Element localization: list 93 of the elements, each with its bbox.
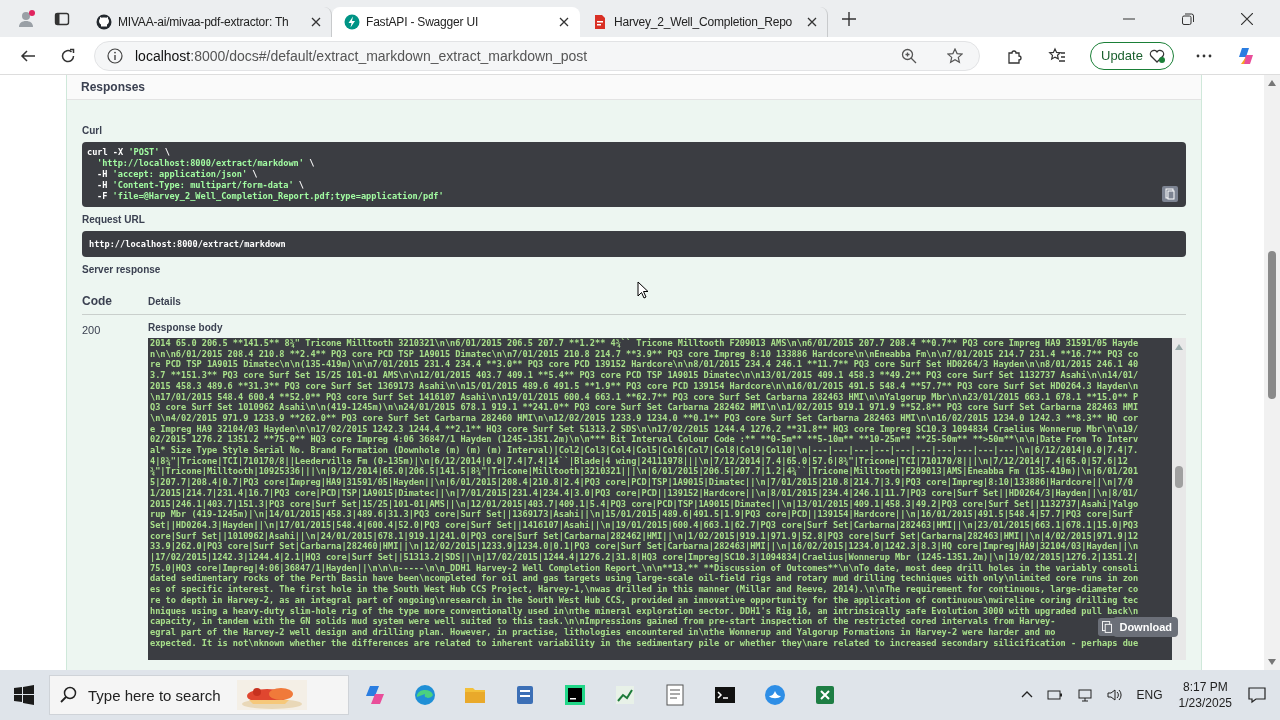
code-line: core|Surf Set||1010962|Asahi||\n|24/01/2015|678.1|919.1|241.0|PQ3 core|Surf Set|Carbarna|282462|HMI||\n|1/02/2015|919.1|971.9|52.8|PQ3 core|Surf Set|Carbarna|282463|HMI||\n|4/02/2015|971.9|12 — [150, 530, 1139, 542]
heart-icon — [1148, 47, 1165, 64]
curl-label: Curl — [82, 125, 103, 138]
code-line: 5|207.7|208.4|0.7|PQ3 core|Impreg|HA9|31591/05|Hayden||\n|6/01/2015|208.4|210.8|2.4|PQ3 core|PCD|TSP|1A9015|Dimatec||\n|7/01/2015|210.8|214.7|3.9|PQ3 core|Impreg|8:10|133886|Hardcore||\n|7/0 — [150, 477, 1134, 488]
tab-actions-icon[interactable] — [54, 10, 70, 27]
code-line: 4|8¾"|Tricone|TCI|710170/8||Leederville Fm (0-135m)|\n|6/12/2014|0.0|7.4|7.4|14``|Blade|4 wing|24111978|||\n|7/12/2014|7.4|65.0|57.6|8¾"|Tricone|TCI|710170/8|||\n|7/12/2014|7.4|65.0|57.6|12 — [150, 455, 1128, 467]
code-line: -H 'Content-Type: multipart/form-data' \ — [97, 180, 304, 191]
language-indicator[interactable]: ENG — [1136, 688, 1163, 702]
close-icon[interactable] — [1241, 12, 1253, 25]
code-line: 75.0|HQ3 core|Impreg|4:06|36847/1|Hayden||\n\n\n-----\n\n_DDH1 Harvey-2 Well Completion Report_\n\n**13.** **Discussion of Outcomes**\n\nTo date, most deep drill holes in the variably consoli — [150, 562, 1139, 574]
code-line: es of specific interest. The first hole in the South West Hub CCS Project, Harvey-1,\nwas drilled in this manner (Millar and Reeve, 2014).\n\nThe requirement for continuous, large-diameter co — [150, 584, 1139, 595]
request-url-label: Request URL — [82, 214, 146, 227]
zoom-icon[interactable] — [901, 47, 917, 64]
code-line: hniques using a heavy-duty slim-hole rig of the type more conventionally used in\nthe mineral exploration sector. DDH1's Rig 16, an intrinsically safe Evolution 3000 with upgraded pull back\n — [150, 605, 1139, 617]
browser-tab[interactable]: FastAPI - Swagger UI — [332, 7, 580, 37]
column-header: Code — [82, 294, 113, 308]
server-response-label: Server response — [82, 264, 162, 277]
code-line: capacity, in tandem with the GN solids mud system were well suited to this task.\n\nImpressions gained from pre-start inspection of the restricted cored intervals from Harvey- — [150, 616, 1056, 627]
code-line: rup Mbr (419-1245m)|\n|14/01/2015|458.3|489.6|31.3|PQ3 core|Surf Set||1369173|Asahi||\n|15/01/2015|489.6|491.5|1.9|PQ3 core|PCD||139154|Hardcore||\n|16/01/2015|491.5|548.4|57.7|PQ3 core|Surf — [150, 509, 1134, 520]
restore-icon[interactable] — [1182, 12, 1194, 25]
code-line: 'http://localhost:8000/extract/markdown' \ — [97, 158, 315, 169]
scrollbar-thumb[interactable] — [1175, 466, 1183, 488]
date-text: 1/23/2025 — [1178, 695, 1232, 711]
close-icon[interactable] — [807, 17, 817, 27]
browser-tab[interactable]: Harvey_2_Well_Completion_Repo — [580, 7, 828, 37]
close-icon[interactable] — [311, 17, 321, 27]
code-line: \n\n4/02/2015 971.9 1233.9 **262.0** PQ3 core Surf Set Carbarna 282460 HMI\n\n12/02/2015 1233.9 1234.0 **0.1** PQ3 core Surf Set Carbarna 282463 HMI\n\n16/02/2015 1234.0 1242.3 **8.3** HQ cor — [150, 412, 1139, 424]
chart-app-icon[interactable] — [613, 683, 637, 707]
cursor-icon — [637, 281, 649, 299]
profile-icon[interactable] — [16, 8, 36, 29]
code-line: e Impreg HA9 32104/03 Hayden\n\n17/02/2015 1242.3 1244.4 **2.1** HQ3 core Surf Set 51313.2 SDS\n\n17/02/2015 1244.4 1276.2 **31.8** HQ3 core Impreg SC10.3 1094834 Craelius Wonnerup Mbr\n\n19/ — [150, 423, 1139, 434]
code-line: dated sedimentary rocks of the Perth Basin have been\ncompleted for oil and gas targets using large-scale oil-field rigs and rotary mud drilling techniques with only\nlimited core runs in zon — [150, 573, 1139, 585]
browser-tab[interactable]: MIVAA-ai/mivaa-pdf-extractor: Th — [84, 7, 332, 37]
code-line: re to depth in Harvey-2, as an integral part of ongoing\nresearch in the South West Hub CCS, provided an innovative opportunity for the application of continuous\nwireline coring drilling tec — [150, 594, 1139, 606]
start-icon[interactable] — [14, 685, 34, 705]
scrollbar[interactable] — [1172, 338, 1186, 660]
favorites-icon[interactable] — [1048, 46, 1066, 65]
search-field[interactable]: Type here to search — [49, 675, 349, 715]
time-text: 8:17 PM — [1182, 679, 1228, 695]
network-icon[interactable] — [1076, 687, 1093, 703]
url-text: localhost:8000/docs#/default/extract_markdown_extract_markdown_post — [135, 47, 588, 64]
ide-app-icon[interactable] — [563, 683, 587, 707]
code-line: egral part of the Harvey-2 well design and drilling plan. However, in practise, lithologies encountered in\nthe Wonnerup and Yalgorup Formations in Harvey-2 were harder and mo — [150, 627, 1056, 638]
star-icon[interactable] — [947, 47, 963, 64]
code-line: 2014 65.0 206.5 **141.5** 8¾" Tricone Milltooth 3210321\n\n6/01/2015 206.5 207.7 **1.2** 4¾`` Tricone Milltooth F209013 AMS\n\n6/01/2015 207.7 208.4 **0.7** PQ3 core Impreg HA9 31591/05 Hayde — [150, 338, 1139, 349]
code-line: -F 'file=@Harvey_2_Well_Completion_Report.pdf;type=application/pdf' — [97, 191, 444, 202]
sheet-app-icon[interactable] — [813, 683, 837, 707]
bolt-logo-icon — [344, 14, 360, 30]
code-line: 2015|246.1|403.7|151.3|PQ3 core|Surf Set|15/25|101-01|AMS||\n|12/01/2015|403.7|409.1|5.4|PQ3 core|PCD|TSP|1A9015|Dimatec||\n|13/01/2015|409.1|458.3|49.2|PQ3 core|Surf Set||1132737|Asahi|Yalgo — [150, 498, 1139, 510]
code-line: \n17/01/2015 548.4 600.4 **52.0** PQ3 core Surf Set 1416107 Asahi\n\n19/01/2015 600.4 663.1 **62.7** PQ3 core Surf Set Carbarna 282463 HMI\n\nYalgorup Mbr\n\n23/01/2015 663.1 678.1 **15.0** P — [150, 391, 1139, 402]
download-button[interactable]: Download — [1113, 617, 1178, 637]
speaker-icon[interactable] — [1106, 687, 1123, 703]
code-line: -H 'accept: application/json' \ — [97, 169, 258, 180]
info-icon[interactable] — [107, 47, 123, 64]
notification-icon[interactable] — [1248, 686, 1266, 704]
clock[interactable]: 8:17 PM 1/23/2025 — [1178, 679, 1232, 711]
address-field[interactable]: localhost:8000/docs#/default/extract_markdown_extract_markdown_post — [94, 40, 980, 71]
request-url: http://localhost:8000/extract/markdown — [89, 239, 286, 249]
code-line: 33.9|262.0|PQ3 core|Surf Set|Carbarna|282460|HMI||\n|12/02/2015|1233.9|1234.0|0.1|PQ3 core|Surf Set|Carbarna|282463|HMI||\n|16/02/2015|1234.0|1242.3|8.3|HQ core|Impreg|HA9|32104/03|Hayden||\n — [150, 541, 1139, 553]
section-title: Responses — [81, 80, 146, 94]
search-placeholder: Type here to search — [88, 686, 221, 704]
copy-icon[interactable] — [1162, 186, 1178, 202]
update-button[interactable]: Update — [1090, 41, 1174, 70]
status-code: 200 — [82, 324, 102, 338]
search-icon — [60, 686, 78, 704]
code-line: ¾"|Tricone|Milltooth|10925336|||\n|9/12/2014|65.0|206.5|141.5|8¾"|Tricone|Milltooth|3210321|||\n|6/01/2015|206.5|207.7|1.2|4¾``|Tricone|Milltooth|F209013|AMS|Eneabba Fm (135-419m)|\n|6/01/201 — [150, 466, 1139, 478]
code-line: 02/2015 1276.2 1351.2 **75.0** HQ3 core Impreg 4:06 36847/1 Hayden (1245-1351.2m)\n\n*** Bit Interval Colour Code :** **0-5m** **5-10m** **10-25m** **25-50m** **>50m**\n\n|Date From To Interv — [150, 434, 1139, 446]
code-line: n\n\n6/01/2015 208.4 210.8 **2.4** PQ3 core PCD TSP 1A9015 Dimatec\n\n7/01/2015 210.8 214.7 **3.9** PQ3 core Impreg 8:10 133886 Hardcore\n\nEneabba Fm\n\n7/01/2015 214.7 231.4 **16.7** PQ3 co — [150, 348, 1139, 359]
scrollbar-thumb[interactable] — [1268, 251, 1276, 399]
scroll-down-icon[interactable] — [1268, 659, 1276, 665]
reload-icon[interactable] — [60, 47, 76, 64]
code-line: Q3 core Surf Set 1010962 Asahi\n\n(419-1245m)\n\n24/01/2015 678.1 919.1 **241.0** PQ3 core Surf Set Carbarna 282462 HMI\n\n1/02/2015 919.1 971.9 **52.8** PQ3 core Surf Set Carbarna 282463 HMI — [150, 402, 1139, 413]
close-icon[interactable] — [559, 17, 569, 27]
column-header: Details — [148, 295, 181, 307]
scroll-up-icon[interactable] — [1268, 80, 1276, 86]
battery-icon[interactable] — [1046, 687, 1063, 703]
code-line: Set||HD0264.3|Hayden||\n|17/01/2015|548.4|600.4|52.0|PQ3 core|Surf Set||1416107|Asahi||\n|19/01/2015|600.4|663.1|62.7|PQ3 core|Surf Set|Carbarna|282463|HMI||\n|23/01/2015|663.1|678.1|15.0|PQ3 — [150, 519, 1139, 531]
code-line: |17/02/2015|1242.3|1244.4|2.1|HQ3 core|Surf Set||51313.2|SDS||\n|17/02/2015|1244.4|1276.2|31.8|HQ3 core|Impreg|SC10.3|1094834|Craelius|Wonnerup Mbr (1245-1351.2m)|\n|19/02/2015|1276.2|1351.2| — [150, 552, 1139, 563]
code-line: 2015 458.3 489.6 **31.3** PQ3 core Surf Set 1369173 Asahi\n\n15/01/2015 489.6 491.5 **1.9** PQ3 core PCD 139154 Hardcore\n\n16/01/2015 491.5 548.4 **57.7** PQ3 core Surf Set HD0264.3 Hayden\n — [150, 380, 1139, 392]
new-tab-icon[interactable] — [842, 11, 856, 26]
code-line: 1/2015|214.7|231.4|16.7|PQ3 core|PCD|TSP|1A9015|Dimatec||\n|7/01/2015|231.4|234.4|3.0|PQ3 core|PCD||139152|Hardcore||\n|8/01/2015|234.4|246.1|11.7|PQ3 core|Surf Set||HD0264/3|Hayden||\n|8/01/ — [150, 487, 1139, 499]
notepad-app-icon[interactable] — [663, 683, 687, 707]
code-line: re PCD TSP 1A9015 Dimatec\n\n(135-419m)\n\n7/01/2015 231.4 234.4 **3.0** PQ3 core PCD 139152 Hardcore\n\n8/01/2015 234.4 246.1 **11.7** PQ3 core Surf Set HD0264/3 Hayden\n\n8/01/2015 246.1 40 — [150, 359, 1139, 371]
code-line: 3.7 **151.3** PQ3 core Surf Set 15/25 101-01 AMS\n\n12/01/2015 403.7 409.1 **5.4** PQ3 core PCD TSP 1A9015 Dimatec\n\n13/01/2015 409.1 458.3 **49.2** PQ3 core Surf Set 1132737 Asahi\n\n14/01/ — [150, 370, 1139, 381]
pdf-file-icon — [592, 14, 608, 30]
code-line: curl -X 'POST' \ — [87, 147, 170, 158]
scrollbar[interactable] — [1264, 75, 1280, 670]
browser-app-icon[interactable] — [413, 683, 437, 707]
back-icon[interactable] — [20, 47, 36, 64]
code-line: al* Size Type Style Serial No. Brand Formation (Downhole (m) (m) (m) Interval)|Col2|Col3|Col4|Col5|Col6|Col7|Col8|Col9|Col10|\n|---|---|---|---|---|---|---|---|---|---|\n|6/12/2014|0.0|7.4|7. — [150, 445, 1139, 456]
assistant-app-icon[interactable] — [363, 683, 387, 707]
code-line: expected. It is not\nknown whether the differences are related to inherent variability in the sedimentary pile or whether they\nare related to increased secondary silicification - perhaps due — [150, 637, 1139, 649]
response-body-label: Response body — [148, 322, 224, 335]
